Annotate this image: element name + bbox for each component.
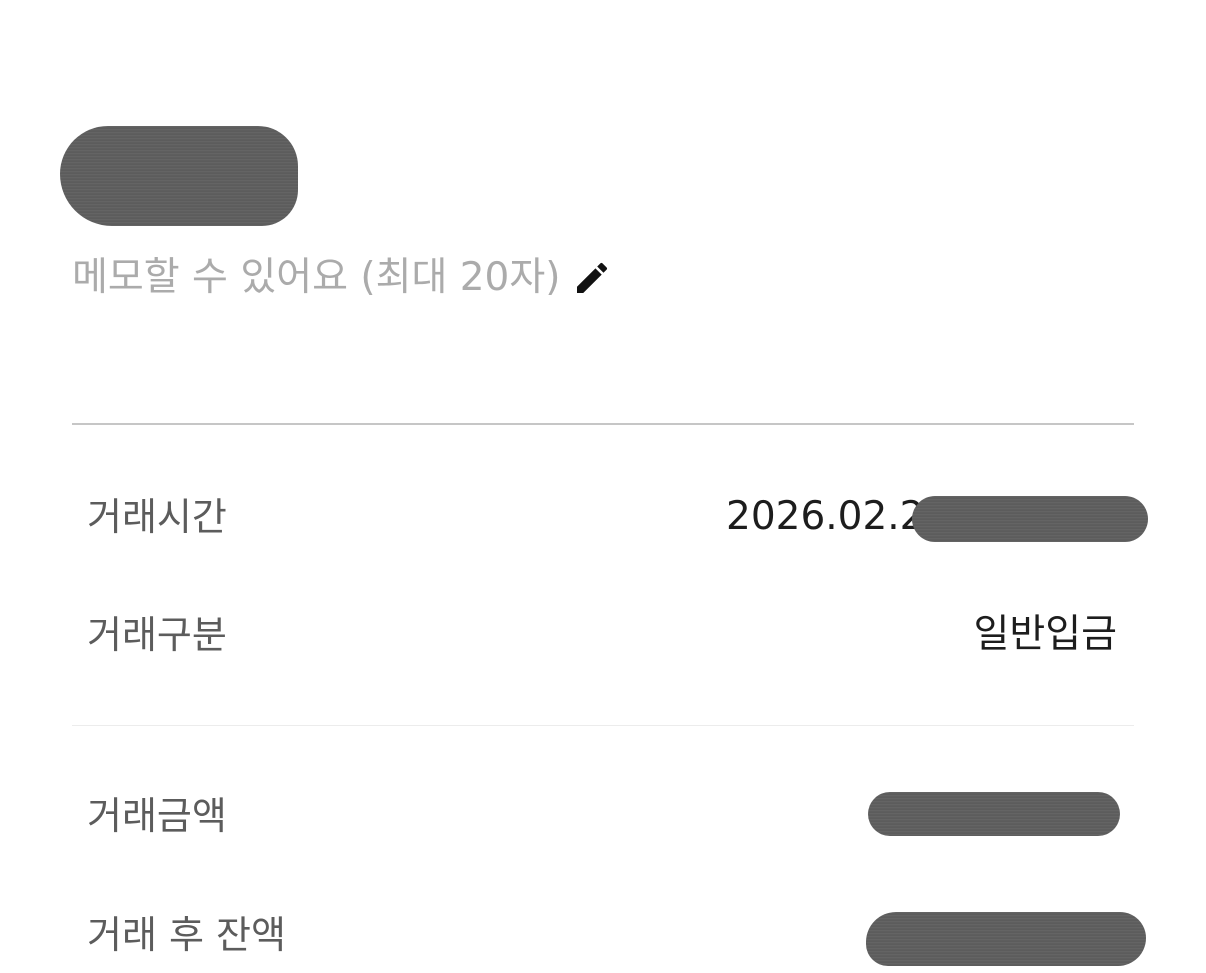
section-divider — [72, 423, 1134, 425]
transaction-amount-label: 거래금액 — [87, 794, 227, 838]
redacted-transaction-time — [912, 496, 1148, 542]
pencil-icon[interactable] — [572, 258, 612, 298]
redacted-transaction-amount — [868, 792, 1120, 836]
redacted-balance-after — [866, 912, 1146, 966]
redacted-transaction-title — [60, 126, 298, 226]
memo-placeholder: 메모할 수 있어요 (최대 20자) — [72, 255, 561, 300]
transaction-time-value: 2026.02.2 — [726, 494, 925, 539]
balance-after-label: 거래 후 잔액 — [87, 913, 286, 957]
transaction-time-label: 거래시간 — [87, 495, 227, 539]
row-divider — [72, 725, 1134, 726]
transaction-detail-page: 메모할 수 있어요 (최대 20자) 거래시간 2026.02.2 거래구분 일… — [0, 0, 1206, 973]
memo-edit-row[interactable]: 메모할 수 있어요 (최대 20자) — [72, 252, 612, 304]
transaction-type-value: 일반입금 — [973, 612, 1117, 657]
transaction-type-label: 거래구분 — [87, 613, 227, 657]
